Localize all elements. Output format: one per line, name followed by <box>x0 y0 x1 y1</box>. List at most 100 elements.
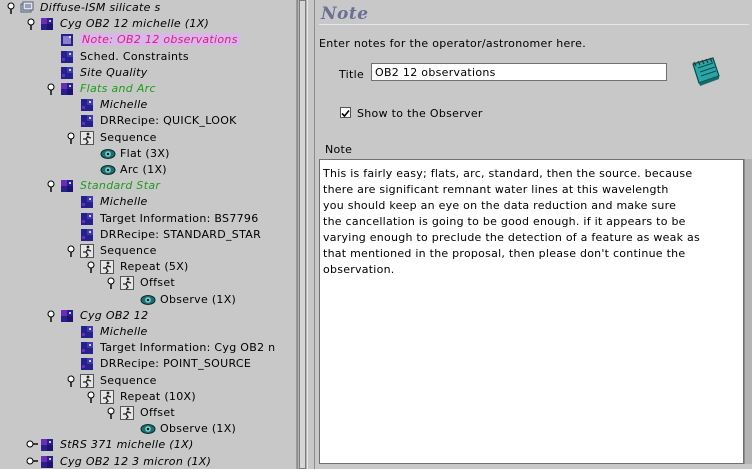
component-icon <box>80 228 94 242</box>
title-label: Title <box>339 68 365 81</box>
eye-icon <box>140 422 156 436</box>
eye-icon <box>100 163 116 177</box>
panel-title: Note <box>321 4 369 24</box>
show-to-observer-label: Show to the Observer <box>357 107 483 120</box>
component-icon <box>60 66 74 80</box>
tree-node[interactable]: Sequence <box>0 243 296 259</box>
tree-node[interactable]: Michelle <box>0 194 296 210</box>
observation-icon <box>60 309 74 323</box>
program-tree[interactable]: Diffuse-ISM silicate s Cyg OB2 12 michell… <box>0 0 297 469</box>
tree-node-label: Offset <box>140 276 176 290</box>
tree-node-label: Sequence <box>100 130 157 144</box>
tree-node[interactable]: Site Quality <box>0 65 296 81</box>
expanded-toggle-icon[interactable] <box>66 375 76 387</box>
component-icon <box>80 195 94 209</box>
tree-node[interactable]: Observe (1X) <box>0 421 296 437</box>
expanded-toggle-icon[interactable] <box>26 18 36 31</box>
tree-node-label: Target Information: Cyg OB2 n <box>100 341 276 355</box>
tree-node-label: Cyg OB2 12 michelle (1X) <box>60 17 210 31</box>
tree-node[interactable]: Target Information: Cyg OB2 n <box>0 340 296 356</box>
observation-icon <box>40 438 54 452</box>
tree-node[interactable]: Michelle <box>0 97 296 113</box>
panel-title-divider <box>319 24 749 25</box>
collapsed-toggle-icon[interactable] <box>26 456 38 468</box>
tree-node-label: DRRecipe: POINT_SOURCE <box>100 357 252 371</box>
tree-node-label: Michelle <box>100 325 148 338</box>
tree-node-label: Michelle <box>100 98 148 112</box>
tree-node[interactable]: Sequence <box>0 130 296 146</box>
expanded-toggle-icon[interactable] <box>46 310 56 322</box>
tree-node[interactable]: Offset <box>0 275 296 291</box>
tree-scrollbar[interactable] <box>297 0 307 469</box>
expanded-toggle-icon[interactable] <box>86 391 96 403</box>
tree-node[interactable]: Arc (1X) <box>0 162 296 178</box>
note-label: Note <box>325 143 353 156</box>
observation-icon <box>60 179 74 193</box>
tree-node-label: Michelle <box>100 195 148 209</box>
tree-node-label: DRRecipe: QUICK_LOOK <box>100 114 237 128</box>
tree-scrollbar-thumb[interactable] <box>299 0 306 469</box>
expanded-toggle-icon[interactable] <box>106 277 116 290</box>
expanded-toggle-icon[interactable] <box>46 180 56 193</box>
note-icon <box>60 33 74 47</box>
eye-icon <box>140 293 156 307</box>
tree-node[interactable]: Cyg OB2 12 3 micron (1X) <box>0 454 296 469</box>
title-input[interactable] <box>371 63 667 81</box>
tree-node[interactable]: StRS 371 michelle (1X) <box>0 437 296 453</box>
sequence-icon <box>100 260 114 275</box>
observation-icon <box>40 455 54 469</box>
tree-node[interactable]: Offset <box>0 405 296 421</box>
tree-node-label: Repeat (5X) <box>120 260 189 274</box>
sequence-icon <box>100 389 114 404</box>
tree-node-label: DRRecipe: STANDARD_STAR <box>100 227 262 241</box>
tree-node-label: Site Quality <box>80 65 148 79</box>
tree-node[interactable]: Sched. Constraints <box>0 49 296 65</box>
tree-node-label: Observe (1X) <box>160 422 237 436</box>
expanded-toggle-icon[interactable] <box>106 407 116 419</box>
expanded-toggle-icon[interactable] <box>86 261 96 274</box>
tree-node-label: StRS 371 michelle (1X) <box>60 438 194 452</box>
tree-node[interactable]: DRRecipe: QUICK_LOOK <box>0 113 296 129</box>
tree-node[interactable]: Diffuse-ISM silicate s <box>0 0 296 16</box>
tree-node[interactable]: DRRecipe: STANDARD_STAR <box>0 227 296 243</box>
tree-node-label: Note: OB2 12 observations <box>80 33 240 47</box>
tree-node[interactable]: Standard Star <box>0 178 296 194</box>
component-icon <box>60 50 74 64</box>
tree-node[interactable]: Repeat (5X) <box>0 259 296 275</box>
notepad-icon <box>692 57 720 86</box>
expanded-toggle-icon[interactable] <box>6 2 16 14</box>
tree-node[interactable]: Sequence <box>0 373 296 389</box>
show-to-observer-checkbox[interactable] <box>340 107 351 118</box>
pane-splitter[interactable] <box>307 0 315 469</box>
tree-node-label: Arc (1X) <box>120 163 167 176</box>
collapsed-toggle-icon[interactable] <box>26 439 38 451</box>
tree-node[interactable]: Flats and Arc <box>0 81 296 97</box>
sequence-icon <box>80 130 94 145</box>
component-icon <box>80 341 94 355</box>
tree-node-label: Flat (3X) <box>120 146 170 160</box>
tree-node-label: Offset <box>140 406 176 419</box>
tree-node[interactable]: Note: OB2 12 observations <box>0 32 296 48</box>
tree-node-label: Observe (1X) <box>160 292 237 306</box>
tree-node-label: Flats and Arc <box>80 82 156 95</box>
tree-node[interactable]: Repeat (10X) <box>0 389 296 405</box>
observation-icon <box>60 82 74 96</box>
tree-node[interactable]: Cyg OB2 12 michelle (1X) <box>0 16 296 32</box>
expanded-toggle-icon[interactable] <box>66 245 76 257</box>
note-textarea[interactable] <box>319 159 744 464</box>
component-icon <box>80 114 94 128</box>
expanded-toggle-icon[interactable] <box>46 83 56 95</box>
tree-node-label: Sequence <box>100 373 157 387</box>
note-scrollbar[interactable] <box>744 159 752 464</box>
tree-node[interactable]: Michelle <box>0 324 296 340</box>
tree-node[interactable]: Flat (3X) <box>0 146 296 162</box>
tree-node-label: Diffuse-ISM silicate s <box>40 1 161 14</box>
tree-node[interactable]: Target Information: BS7796 <box>0 211 296 227</box>
tree-node[interactable]: Observe (1X) <box>0 292 296 308</box>
eye-icon <box>100 147 116 161</box>
tree-node-label: Cyg OB2 12 3 micron (1X) <box>60 454 212 468</box>
tree-node[interactable]: Cyg OB2 12 <box>0 308 296 324</box>
tree-node[interactable]: DRRecipe: POINT_SOURCE <box>0 356 296 372</box>
component-icon <box>80 325 94 339</box>
expanded-toggle-icon[interactable] <box>66 132 76 144</box>
